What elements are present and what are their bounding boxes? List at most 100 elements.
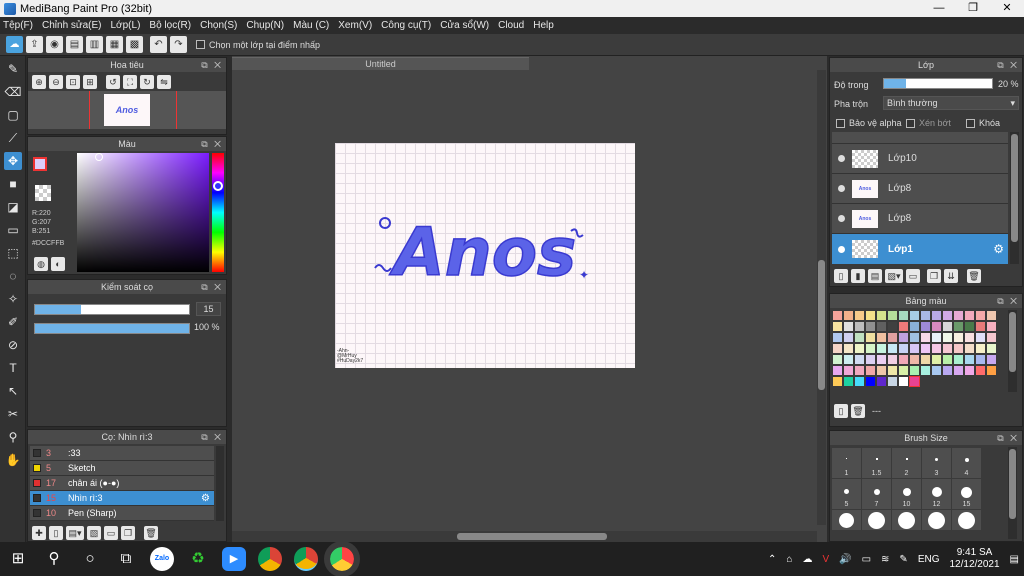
divide-tool-icon[interactable]: ✂: [4, 405, 22, 423]
speech-bubble-icon[interactable]: ▤: [66, 36, 83, 53]
hue-slider[interactable]: [212, 153, 224, 272]
brush-delete-icon[interactable]: 🗑: [144, 526, 158, 540]
text-tool-icon[interactable]: T: [4, 359, 22, 377]
palette-swatch[interactable]: [844, 355, 853, 364]
select-rect-tool-icon[interactable]: ⬚: [4, 244, 22, 262]
palette-swatch[interactable]: [943, 344, 952, 353]
brush-row[interactable]: 17 chân ái (●-●): [30, 476, 214, 491]
lock-option[interactable]: Khóa: [966, 118, 1000, 128]
cloud-sync-icon[interactable]: ☁: [802, 554, 812, 565]
menu-edit[interactable]: Chỉnh sửa(E): [42, 20, 102, 31]
shape-tool-icon[interactable]: ▢: [4, 106, 22, 124]
gradient-tool-icon[interactable]: ▭: [4, 221, 22, 239]
palette-swatch[interactable]: [877, 311, 886, 320]
hand-tool-icon[interactable]: ✋: [4, 451, 22, 469]
palette-swatch[interactable]: [844, 333, 853, 342]
palette-swatch[interactable]: [976, 355, 985, 364]
menu-help[interactable]: Help: [533, 20, 554, 31]
panel-controls-icon[interactable]: ⧉ ✕: [201, 280, 223, 294]
battery-icon[interactable]: ▭: [862, 554, 871, 565]
task-view-icon[interactable]: ⧉: [114, 547, 138, 571]
palette-swatch[interactable]: [921, 333, 930, 342]
palette-swatch[interactable]: [965, 333, 974, 342]
palette-swatch[interactable]: [833, 355, 842, 364]
gear-icon[interactable]: ⚙: [993, 242, 1004, 256]
clock[interactable]: 9:41 SA 12/12/2021: [949, 547, 999, 571]
select-layer-option[interactable]: Chọn một lớp tại điểm nhấp: [196, 40, 320, 50]
palette-swatch[interactable]: [877, 344, 886, 353]
palette-swatch[interactable]: [932, 333, 941, 342]
new-layer-icon[interactable]: ▯: [834, 269, 848, 283]
palette-swatch[interactable]: [954, 355, 963, 364]
palette-swatch[interactable]: [943, 322, 952, 331]
fill-rect-tool-icon[interactable]: ■: [4, 175, 22, 193]
zoom-out-icon[interactable]: ⊖: [49, 74, 63, 89]
select-layer-checkbox[interactable]: [196, 40, 205, 49]
panel-controls-icon[interactable]: ⧉ ✕: [997, 58, 1019, 72]
eye-icon[interactable]: [838, 245, 845, 253]
fit-screen-icon[interactable]: ⛶: [123, 74, 137, 89]
page-icon[interactable]: ▥: [86, 36, 103, 53]
palette-swatch[interactable]: [910, 322, 919, 331]
menu-filter[interactable]: Bộ lọc(R): [149, 20, 191, 31]
palette-swatch[interactable]: [899, 311, 908, 320]
document-tab[interactable]: Untitled: [232, 57, 529, 70]
palette-swatch[interactable]: [921, 322, 930, 331]
palette-swatch[interactable]: [954, 366, 963, 375]
brush-list-scrollbar[interactable]: [216, 446, 224, 521]
delete-palette-color-icon[interactable]: 🗑: [851, 404, 865, 418]
palette-swatch[interactable]: [976, 344, 985, 353]
menu-layer[interactable]: Lớp(L): [111, 20, 141, 31]
brush-opacity-slider[interactable]: [34, 323, 190, 334]
layer-row[interactable]: Anos Lớp8: [832, 174, 1008, 204]
vivaldi-icon[interactable]: V: [822, 554, 829, 565]
folder-icon[interactable]: ▭: [906, 269, 920, 283]
brush-size-value[interactable]: 15: [196, 302, 221, 316]
zalo-icon[interactable]: Zalo: [150, 547, 174, 571]
palette-swatch[interactable]: [866, 366, 875, 375]
palette-swatch[interactable]: [833, 311, 842, 320]
palette-swatch[interactable]: [921, 311, 930, 320]
menu-tools[interactable]: Công cụ(T): [381, 20, 431, 31]
eye-icon[interactable]: [838, 215, 845, 222]
canvas-paper[interactable]: Anos ✦ -Ahn- @MrHuy #HuDay2k7: [335, 143, 635, 368]
palette-swatch[interactable]: [987, 311, 996, 320]
layer-scrollbar[interactable]: [1010, 132, 1019, 264]
palette-swatch[interactable]: [910, 333, 919, 342]
brush-size-cell[interactable]: 4: [952, 448, 981, 478]
palette-swatch[interactable]: [855, 333, 864, 342]
palette-swatch[interactable]: [888, 322, 897, 331]
add-brush-icon[interactable]: ✚: [32, 526, 46, 540]
canvas-vertical-scrollbar[interactable]: [817, 70, 826, 525]
palette-swatch[interactable]: [855, 366, 864, 375]
panel-controls-icon[interactable]: ⧉ ✕: [201, 430, 223, 444]
palette-swatch[interactable]: [954, 311, 963, 320]
panel-controls-icon[interactable]: ⧉ ✕: [997, 431, 1019, 445]
layer-row[interactable]: Lớp10: [832, 144, 1008, 174]
palette-swatch[interactable]: [833, 377, 842, 386]
brush-size-cell[interactable]: [832, 510, 861, 530]
palette-swatch[interactable]: [932, 322, 941, 331]
palette-swatch[interactable]: [921, 355, 930, 364]
panel-layout-icon[interactable]: ▦: [106, 36, 123, 53]
palette-swatch[interactable]: [910, 366, 919, 375]
palette-swatch[interactable]: [910, 355, 919, 364]
eye-icon[interactable]: [838, 185, 845, 192]
menu-snap[interactable]: Chụp(N): [246, 20, 284, 31]
palette-swatch[interactable]: [833, 322, 842, 331]
select-pen-tool-icon[interactable]: ✐: [4, 313, 22, 331]
maximize-button[interactable]: ❐: [956, 0, 990, 17]
brush-size-cell[interactable]: 5: [832, 479, 861, 509]
palette-swatch[interactable]: [888, 333, 897, 342]
layer-opacity-slider[interactable]: [883, 78, 993, 89]
palette-swatch[interactable]: [932, 344, 941, 353]
palette-swatch[interactable]: [877, 333, 886, 342]
palette-swatch[interactable]: [855, 355, 864, 364]
clip-option[interactable]: Xén bớt: [906, 118, 951, 128]
palette-swatch[interactable]: [943, 311, 952, 320]
brush-row-selected[interactable]: 15 Nhìn rì:3 ⚙: [30, 491, 214, 506]
palette-swatch[interactable]: [899, 333, 908, 342]
new-brush-icon[interactable]: ▯: [49, 526, 63, 540]
select-eraser-tool-icon[interactable]: ⊘: [4, 336, 22, 354]
lock-checkbox[interactable]: [966, 118, 975, 128]
